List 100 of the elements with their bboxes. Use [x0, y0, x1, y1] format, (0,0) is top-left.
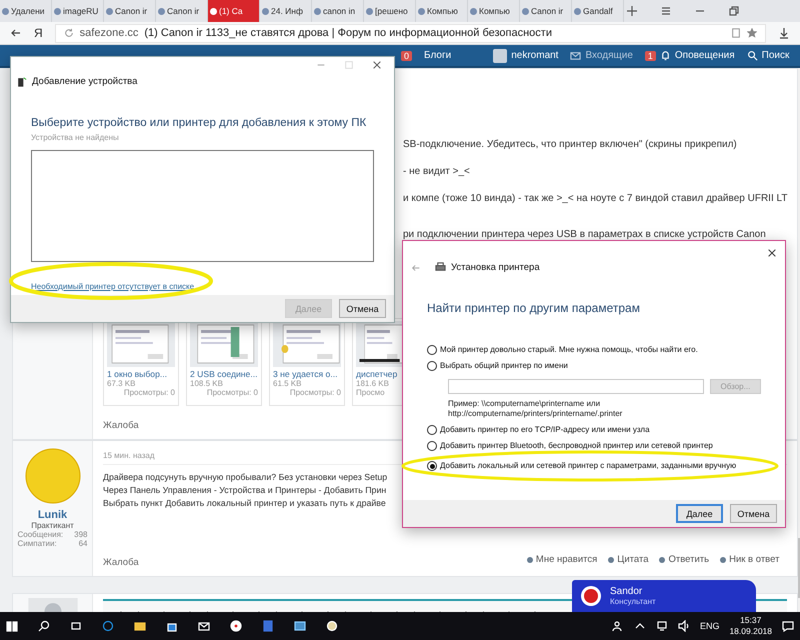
stat-label: Сообщения: [18, 530, 64, 539]
radio-button[interactable] [427, 461, 437, 471]
post-action[interactable]: Ник в ответ [719, 554, 780, 565]
post-action[interactable]: Цитата [607, 554, 648, 565]
favicon-icon [262, 8, 269, 14]
consultant-role: Консультант [610, 597, 656, 606]
example-text: Пример: \\computername\printername или http://computername/printers/printername/.printer [448, 399, 624, 419]
task-view-icon[interactable] [70, 620, 82, 632]
search-icon[interactable] [38, 620, 50, 632]
reader-icon[interactable] [731, 28, 741, 38]
radio-button[interactable] [427, 361, 437, 371]
inbox-link[interactable]: Входящие [564, 50, 639, 61]
close-icon[interactable] [767, 248, 777, 258]
dialog-title: Установка принтера [451, 262, 540, 273]
action-icon [719, 556, 728, 564]
bell-icon[interactable] [660, 50, 671, 61]
language-indicator[interactable]: ENG [700, 621, 720, 631]
chat-widget[interactable]: Sandor Консультант [572, 580, 756, 612]
report-link[interactable]: Жалоба [103, 543, 139, 576]
restore-icon[interactable] [728, 5, 740, 17]
file-size: 61.5 KB [273, 379, 302, 388]
page-title: (1) Canon ir 1133_не ставятся дрова | Форум по информационной безопасности [144, 27, 552, 39]
radio-option[interactable]: Выбрать общий принтер по имени [427, 361, 568, 371]
count-badge: 0 [401, 50, 412, 60]
dialog-heading: Выберите устройство или принтер для добавления к этому ПК [31, 117, 368, 129]
radio-button[interactable] [427, 441, 437, 451]
reload-icon[interactable] [64, 28, 74, 38]
action-icon [658, 556, 666, 564]
post-text: Выбрать пункт Добавить локальный принтер и указать путь к драйве [103, 497, 386, 510]
stat-value: 398 [74, 530, 88, 539]
post-text: Драйвера подсунуть вручную пробывали? Без установки через Setup [103, 471, 388, 484]
mail-icon[interactable] [198, 620, 210, 632]
missing-printer-link[interactable]: Необходимый принтер отсутствует в списке [31, 282, 194, 291]
favicon-icon [314, 8, 321, 14]
favicon-icon [158, 8, 165, 14]
paint-icon[interactable] [326, 620, 338, 632]
search-icon[interactable] [746, 50, 758, 61]
browser-logo[interactable]: Я [34, 26, 43, 40]
view-count: Просмотры: 0 [206, 388, 258, 397]
dialog-button[interactable]: Отмена [730, 504, 777, 523]
radio-button[interactable] [427, 345, 437, 355]
window-app-icon[interactable] [294, 620, 306, 632]
attachment-name: 2 USB соедине... [190, 369, 258, 379]
browser-icon[interactable] [102, 620, 114, 632]
favicon-icon [470, 8, 477, 14]
dialog-title: Добавление устройства [32, 76, 138, 87]
stat-label: Симпатии: [18, 539, 57, 548]
attachment-name: диспетчер [356, 369, 398, 379]
windows-icon[interactable] [6, 620, 18, 632]
favicon-icon [210, 8, 217, 14]
close-icon[interactable] [372, 60, 382, 70]
post-text: ри подключении принтера через USB в параметрах в списке устройств Canon [403, 228, 767, 242]
folder-icon[interactable] [134, 620, 146, 632]
document-icon[interactable] [262, 620, 274, 632]
star-icon[interactable] [747, 28, 757, 38]
author-name[interactable]: Lunik [38, 509, 68, 521]
network-icon[interactable] [656, 620, 668, 632]
url-domain: safezone.cc [80, 27, 138, 39]
clock[interactable]: 15:37 18.09.2018 [729, 615, 772, 637]
radio-option[interactable]: Добавить принтер по его TCP/IP-адресу или имени узла [427, 425, 650, 435]
radio-option[interactable]: Мой принтер довольно старый. Мне нужна помощь, чтобы найти его. [427, 345, 698, 355]
notification-icon[interactable] [782, 620, 794, 632]
post-text: SB-подключение. Убедитесь, что принтер включен" (скрины прикрепил) [403, 138, 738, 152]
menu-icon[interactable] [660, 5, 672, 17]
back-icon[interactable] [10, 27, 22, 39]
post-action[interactable]: Ответить [658, 554, 710, 565]
printer-icon [435, 262, 446, 273]
device-icon [17, 76, 27, 86]
favicon-icon [418, 8, 425, 14]
address-field[interactable]: safezone.cc (1) Canon ir 1133_не ставятся дрова | Форум по информационной безопасности [54, 24, 766, 42]
radio-option[interactable]: Добавить принтер Bluetooth, беспроводной принтер или сетевой принтер [427, 441, 713, 451]
alerts-link[interactable]: 1 Оповещения [638, 50, 741, 61]
browser-tab[interactable]: (1) Ca [208, 0, 260, 22]
new-tab-icon[interactable] [626, 5, 638, 17]
view-count: Просмо [356, 388, 386, 397]
stat-value: 64 [78, 539, 88, 548]
favicon-icon [106, 8, 113, 14]
file-size: 67.3 KB [107, 379, 136, 388]
consultant-name: Sandor [610, 586, 644, 597]
volume-icon[interactable] [678, 620, 690, 632]
search-link[interactable]: Поиск [740, 50, 796, 61]
attachment-name: 3 не удается о... [273, 369, 338, 379]
nav-link[interactable]: Блоги [418, 50, 458, 61]
device-list[interactable] [31, 150, 374, 262]
user-link[interactable]: nekromant [487, 48, 564, 62]
radio-button[interactable] [427, 425, 437, 435]
dialog-button[interactable]: Далее [676, 504, 723, 523]
action-icon [607, 556, 616, 564]
favicon-icon [366, 8, 373, 14]
printer-name-field[interactable] [448, 379, 704, 394]
post-text: Через Панель Управления - Устройства и Принтеры - Добавить Прин [103, 484, 386, 497]
avatar-icon [24, 447, 82, 505]
download-icon[interactable] [778, 27, 790, 39]
envelope-icon[interactable] [570, 50, 582, 61]
post-action[interactable]: Мне нравится [526, 554, 598, 565]
people-icon[interactable] [612, 620, 624, 632]
dialog-button[interactable]: Отмена [339, 299, 386, 318]
action-icon [526, 556, 534, 564]
yandex-browser-icon[interactable] [230, 620, 242, 632]
post-text: - не видит >_< [403, 165, 471, 179]
